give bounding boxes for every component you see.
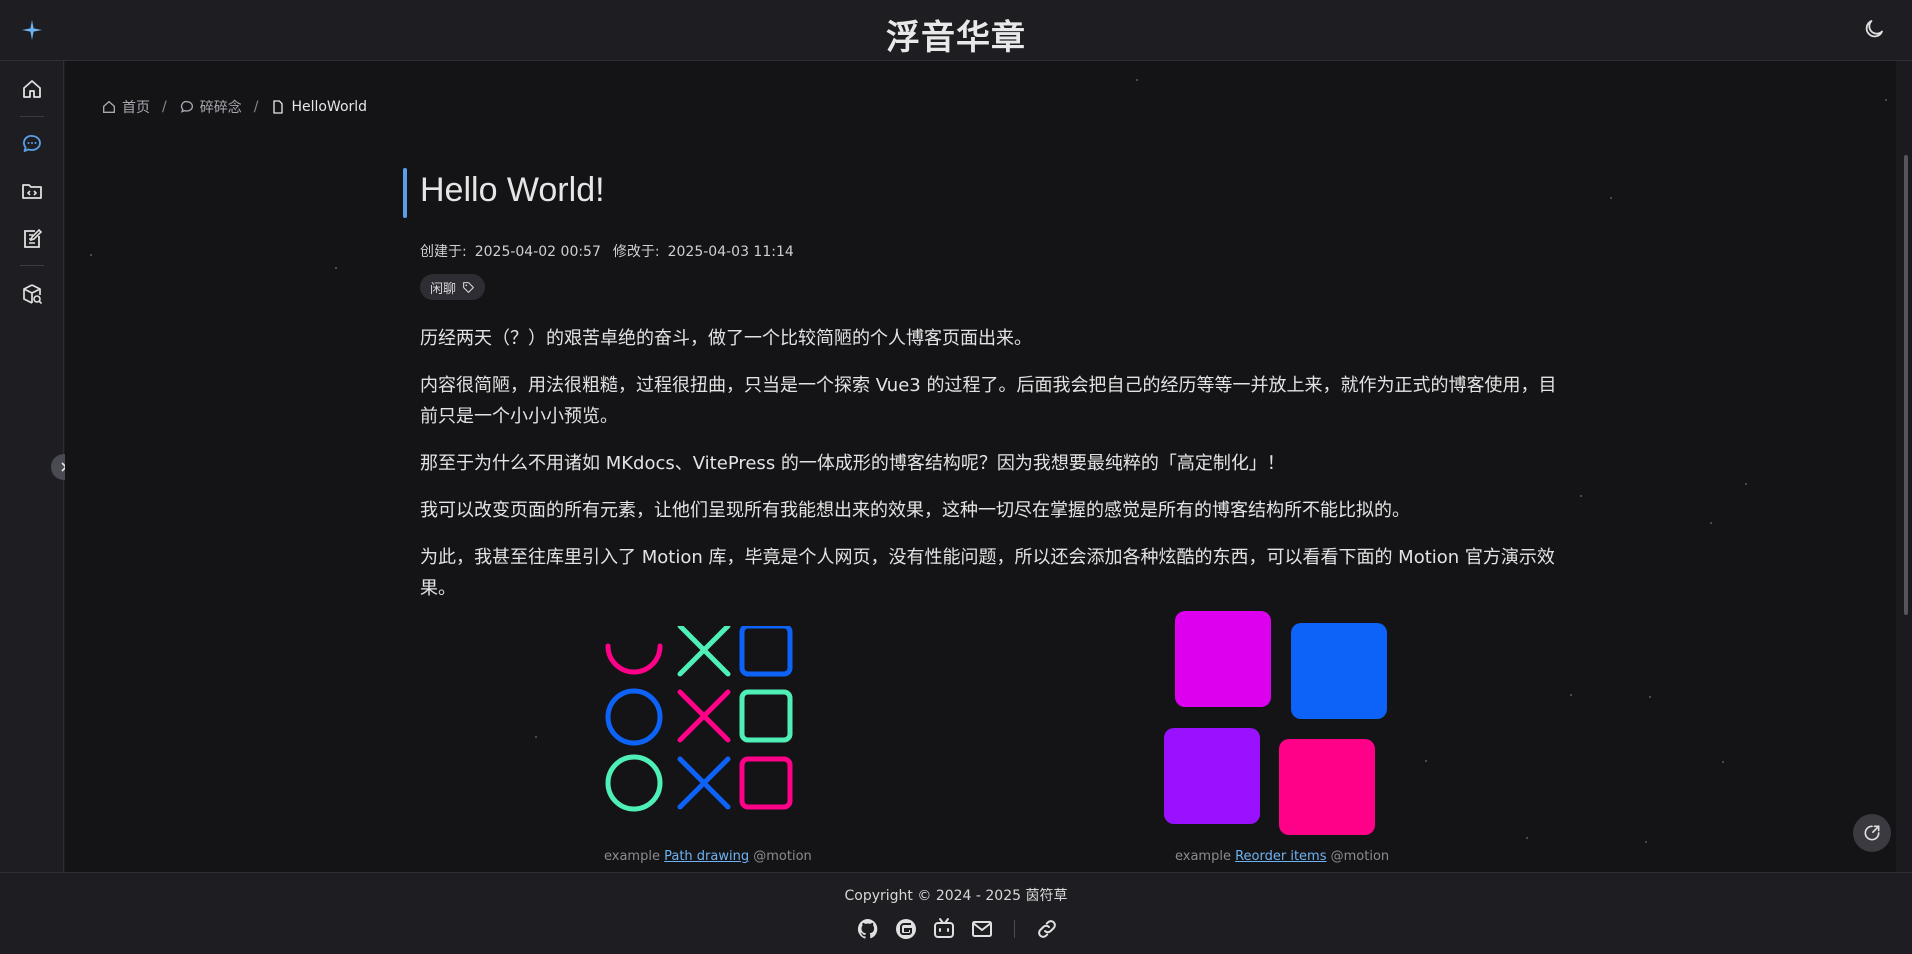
demo-caption: example Path drawing @motion xyxy=(604,849,812,864)
reorder-item-blue[interactable] xyxy=(1291,623,1387,719)
star-dot xyxy=(1425,760,1427,762)
star-dot xyxy=(90,254,92,256)
paragraph: 我可以改变页面的所有元素，让他们呈现所有我能想出来的效果，这种一切尽在掌握的感觉… xyxy=(420,500,1410,521)
social-links xyxy=(856,917,1059,941)
reorder-item-pink[interactable] xyxy=(1279,739,1375,835)
breadcrumb-home[interactable]: 首页 xyxy=(101,97,150,117)
bilibili-icon[interactable] xyxy=(932,917,956,941)
created-label: 创建于: xyxy=(420,244,467,260)
tag-label: 闲聊 xyxy=(430,281,457,297)
created-date: 2025-04-02 00:57 xyxy=(474,244,601,260)
paragraph: 历经两天（？）的艰苦卓绝的奋斗，做了一个比较简陋的个人博客页面出来。 xyxy=(420,328,1032,349)
star-dot xyxy=(1580,495,1582,497)
article-body: 历经两天（？）的艰苦卓绝的奋斗，做了一个比较简陋的个人博客页面出来。 内容很简陋… xyxy=(420,323,1560,620)
edit-note-icon[interactable] xyxy=(20,227,44,251)
star-dot xyxy=(1710,522,1712,524)
star-dot xyxy=(1645,841,1647,843)
scrollbar-thumb[interactable] xyxy=(1904,155,1908,615)
moon-icon[interactable] xyxy=(1862,17,1886,41)
star-dot xyxy=(1610,197,1612,199)
star-dot xyxy=(1570,694,1572,696)
caption-suffix: @motion xyxy=(753,849,812,864)
demo-caption: example Reorder items @motion xyxy=(1175,849,1389,864)
paragraph: 为此，我甚至往库里引入了 Motion 库，毕竟是个人网页，没有性能问题，所以还… xyxy=(420,547,1555,599)
reorder-items-link[interactable]: Reorder items xyxy=(1235,849,1326,864)
site-title[interactable]: 浮音华章 xyxy=(0,10,1912,59)
tag-icon xyxy=(463,281,474,293)
github-icon[interactable] xyxy=(856,917,880,941)
star-dot xyxy=(1885,99,1887,101)
chat-bubble-icon[interactable] xyxy=(20,132,44,156)
star-dot xyxy=(1136,79,1138,81)
file-icon xyxy=(273,100,284,114)
copyright-text: Copyright © 2024 - 2025 茵符草 xyxy=(844,888,1068,904)
breadcrumb-current: HelloWorld xyxy=(270,99,367,115)
star-dot xyxy=(335,267,337,269)
star-dot xyxy=(1722,761,1724,763)
paragraph: 内容很简陋，用法很粗糙，过程很扭曲，只当是一个探索 Vue3 的过程了。后面我会… xyxy=(420,375,1557,427)
path-drawing-demo xyxy=(605,626,793,812)
star-dot xyxy=(1526,837,1528,839)
package-search-icon[interactable] xyxy=(20,282,44,306)
modified-label: 修改于: xyxy=(612,244,660,260)
breadcrumb-section[interactable]: 碎碎念 xyxy=(179,97,242,117)
sidebar-divider xyxy=(20,265,44,266)
home-icon[interactable] xyxy=(20,77,44,101)
sidebar-divider xyxy=(20,116,44,117)
link-icon[interactable] xyxy=(1035,917,1059,941)
reorder-item-purple[interactable] xyxy=(1164,728,1260,824)
star-dot xyxy=(1745,483,1747,485)
caption-prefix: example xyxy=(604,849,660,864)
footer: Copyright © 2024 - 2025 茵符草 xyxy=(0,872,1912,954)
breadcrumb-section-label: 碎碎念 xyxy=(199,100,242,116)
share-icon xyxy=(1864,825,1880,841)
breadcrumb-home-label: 首页 xyxy=(122,100,150,116)
caption-prefix: example xyxy=(1175,849,1231,864)
star-dot xyxy=(535,736,537,738)
top-bar: 浮音华章 xyxy=(0,0,1912,61)
breadcrumb-current-label: HelloWorld xyxy=(291,99,368,115)
footer-divider xyxy=(1014,920,1015,938)
mail-icon[interactable] xyxy=(970,917,994,941)
caption-suffix: @motion xyxy=(1330,849,1390,864)
reorder-item-magenta[interactable] xyxy=(1175,611,1271,707)
paragraph: 那至于为什么不用诸如 MKdocs、VitePress 的一体成形的博客结构呢？… xyxy=(420,453,1285,474)
home-icon xyxy=(103,100,115,113)
tag-badge[interactable]: 闲聊 xyxy=(420,274,486,300)
star-dot xyxy=(1649,696,1651,698)
gitee-icon[interactable] xyxy=(894,917,918,941)
article-meta: 创建于: 2025-04-02 00:57 修改于: 2025-04-03 11:14 xyxy=(420,241,802,261)
share-button[interactable] xyxy=(1853,814,1891,852)
breadcrumb: 首页 / 碎碎念 / HelloWorld xyxy=(101,97,367,117)
code-folder-icon[interactable] xyxy=(20,179,44,203)
path-drawing-link[interactable]: Path drawing xyxy=(664,849,749,864)
article-title: Hello World! xyxy=(420,171,605,209)
main-content: 首页 / 碎碎念 / HelloWorld Hello World! 创建于: 2… xyxy=(65,61,1896,872)
breadcrumb-separator: / xyxy=(162,99,167,115)
breadcrumb-separator: / xyxy=(253,99,259,115)
modified-date: 2025-04-03 11:14 xyxy=(667,244,794,260)
title-accent-bar xyxy=(403,168,407,218)
chat-bubble-icon xyxy=(180,100,193,113)
